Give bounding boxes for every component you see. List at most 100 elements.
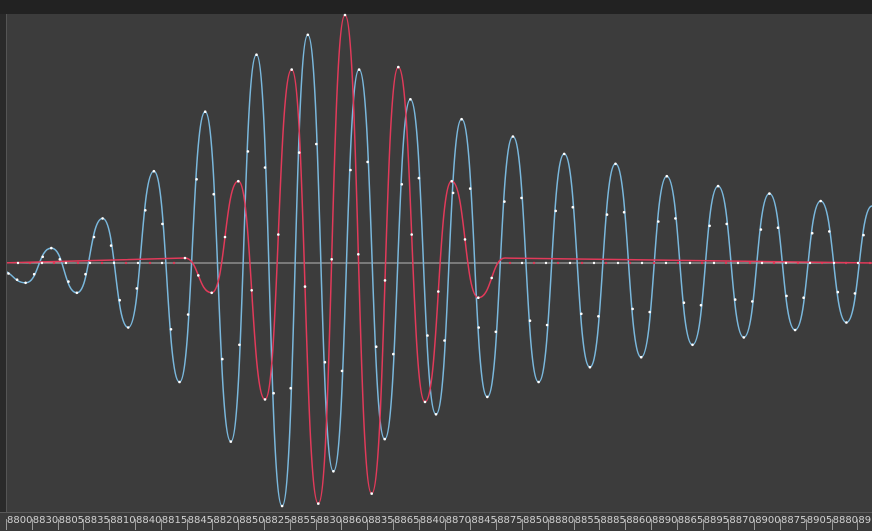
sample-point[interactable] <box>124 261 128 265</box>
sample-point[interactable] <box>212 192 215 196</box>
sample-point[interactable] <box>520 261 524 265</box>
sample-point[interactable] <box>796 261 800 265</box>
sample-point[interactable] <box>366 160 369 164</box>
sample-point[interactable] <box>229 440 233 443</box>
sample-point[interactable] <box>588 365 592 369</box>
sample-point[interactable] <box>357 253 360 256</box>
sample-point[interactable] <box>383 279 387 282</box>
sample-point[interactable] <box>605 213 609 216</box>
sample-point[interactable] <box>255 53 258 56</box>
sample-point[interactable] <box>357 68 361 71</box>
sample-point[interactable] <box>622 210 626 214</box>
sample-point[interactable] <box>808 261 812 265</box>
sample-point[interactable] <box>323 360 327 364</box>
sample-point[interactable] <box>144 209 147 212</box>
sample-point[interactable] <box>400 183 404 186</box>
sample-point[interactable] <box>450 179 454 183</box>
sample-point[interactable] <box>437 290 440 293</box>
sample-point[interactable] <box>40 261 44 265</box>
sample-point[interactable] <box>628 261 632 265</box>
waveform-canvas[interactable] <box>0 0 872 530</box>
sample-point[interactable] <box>468 187 472 190</box>
sample-point[interactable] <box>289 386 293 390</box>
sample-point[interactable] <box>32 272 36 276</box>
sample-point[interactable] <box>88 261 92 265</box>
sample-point[interactable] <box>616 261 620 265</box>
sample-point[interactable] <box>306 33 310 37</box>
sample-point[interactable] <box>712 261 716 265</box>
sample-point[interactable] <box>477 326 481 329</box>
sample-point[interactable] <box>315 142 318 146</box>
sample-point[interactable] <box>277 233 280 236</box>
sample-point[interactable] <box>556 261 560 265</box>
sample-point[interactable] <box>161 222 164 226</box>
sample-point[interactable] <box>486 395 489 399</box>
sample-point[interactable] <box>50 246 53 250</box>
sample-point[interactable] <box>67 280 70 283</box>
sample-point[interactable] <box>748 261 752 265</box>
sample-point[interactable] <box>733 298 737 301</box>
sample-point[interactable] <box>426 334 429 337</box>
sample-point[interactable] <box>238 343 241 347</box>
sample-point[interactable] <box>221 357 224 361</box>
sample-point[interactable] <box>724 261 728 265</box>
sample-point[interactable] <box>868 261 872 265</box>
sample-point[interactable] <box>434 413 438 416</box>
left-edge-handle[interactable] <box>0 14 7 512</box>
sample-point[interactable] <box>303 285 307 288</box>
sample-point[interactable] <box>451 191 455 195</box>
sample-point[interactable] <box>183 256 187 260</box>
sample-point[interactable] <box>210 291 213 295</box>
sample-point[interactable] <box>490 276 494 280</box>
sample-point[interactable] <box>135 287 139 290</box>
sample-point[interactable] <box>263 398 267 401</box>
sample-point[interactable] <box>15 278 19 282</box>
sample-point[interactable] <box>682 301 686 305</box>
sample-point[interactable] <box>508 261 512 265</box>
sample-point[interactable] <box>250 289 253 292</box>
sample-point[interactable] <box>100 261 104 265</box>
sample-point[interactable] <box>392 352 395 356</box>
sample-point[interactable] <box>751 300 754 303</box>
sample-point[interactable] <box>528 319 532 323</box>
sample-point[interactable] <box>568 261 572 265</box>
sample-point[interactable] <box>554 209 557 213</box>
sample-point[interactable] <box>772 261 776 265</box>
sample-point[interactable] <box>330 258 334 261</box>
sample-point[interactable] <box>109 244 113 247</box>
sample-point[interactable] <box>544 261 548 265</box>
sample-point[interactable] <box>169 328 173 331</box>
sample-point[interactable] <box>810 231 814 235</box>
sample-point[interactable] <box>28 261 32 265</box>
sample-point[interactable] <box>84 272 87 276</box>
sample-point[interactable] <box>844 261 848 265</box>
sample-point[interactable] <box>699 303 703 307</box>
sample-point[interactable] <box>272 391 275 395</box>
sample-point[interactable] <box>263 166 267 169</box>
sample-point[interactable] <box>41 255 44 259</box>
sample-point[interactable] <box>349 168 352 172</box>
sample-point[interactable] <box>317 502 320 505</box>
sample-point[interactable] <box>443 339 446 342</box>
sample-point[interactable] <box>784 261 788 265</box>
sample-point[interactable] <box>136 261 140 265</box>
sample-point[interactable] <box>665 174 669 178</box>
sample-point[interactable] <box>664 261 668 265</box>
sample-point[interactable] <box>856 261 860 265</box>
sample-point[interactable] <box>118 298 121 302</box>
sample-point[interactable] <box>237 179 240 183</box>
sample-point[interactable] <box>580 261 584 265</box>
sample-point[interactable] <box>126 326 130 329</box>
sample-point[interactable] <box>417 176 421 180</box>
sample-point[interactable] <box>760 261 764 265</box>
sample-point[interactable] <box>652 261 656 265</box>
sample-point[interactable] <box>520 196 523 200</box>
sample-point[interactable] <box>562 152 566 156</box>
sample-point[interactable] <box>832 261 836 265</box>
sample-point[interactable] <box>409 98 412 101</box>
sample-point[interactable] <box>223 235 227 239</box>
sample-point[interactable] <box>374 345 378 349</box>
sample-point[interactable] <box>700 261 704 265</box>
sample-point[interactable] <box>58 258 62 261</box>
sample-point[interactable] <box>172 261 176 265</box>
